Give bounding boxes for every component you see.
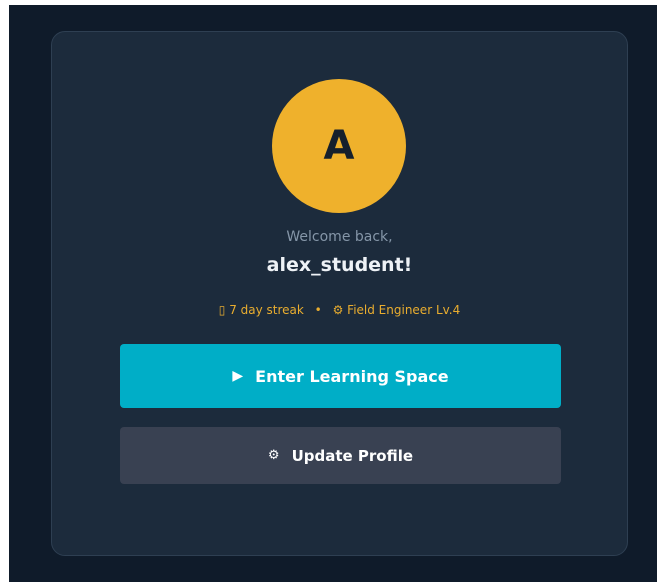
update-profile-button[interactable]: ⚙ Update Profile bbox=[120, 427, 561, 484]
welcome-text: Welcome back, bbox=[286, 229, 393, 245]
welcome-card: A Welcome back, alex_student! ▯ 7 day st… bbox=[51, 31, 628, 556]
streak-text: 7 day streak bbox=[229, 303, 304, 317]
stats-separator: • bbox=[314, 303, 322, 317]
rank-text: Field Engineer Lv.4 bbox=[347, 303, 461, 317]
gear-icon: ⚙ bbox=[267, 448, 280, 463]
gear-icon: ⚙ bbox=[332, 303, 344, 317]
play-icon: ▶ bbox=[232, 368, 244, 384]
enter-learning-space-button[interactable]: ▶ Enter Learning Space bbox=[120, 344, 561, 408]
avatar-initial: A bbox=[323, 123, 355, 169]
username: alex_student! bbox=[266, 254, 413, 276]
streak-icon: ▯ bbox=[218, 303, 226, 317]
update-profile-label: Update Profile bbox=[291, 446, 414, 465]
enter-learning-space-label: Enter Learning Space bbox=[255, 366, 449, 386]
user-stats: ▯ 7 day streak • ⚙ Field Engineer Lv.4 bbox=[52, 303, 627, 317]
avatar: A bbox=[272, 79, 406, 213]
